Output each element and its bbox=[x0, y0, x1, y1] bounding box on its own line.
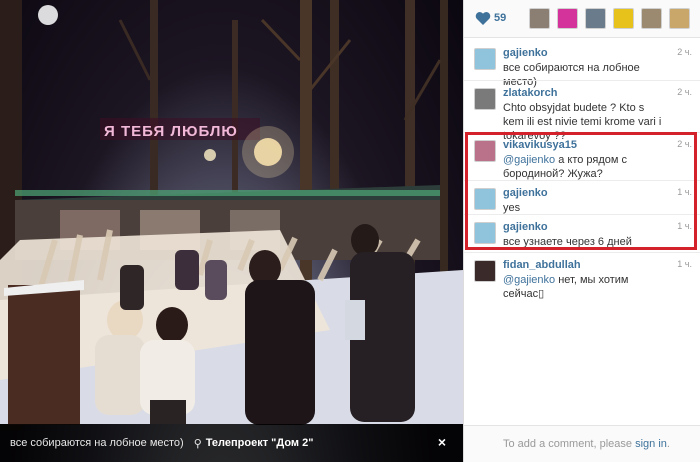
comment-time: 2 ч. bbox=[677, 47, 692, 57]
caption-bar: все собираются на лобное место) ⚲ Телепр… bbox=[0, 424, 463, 462]
comment-avatar[interactable] bbox=[474, 222, 496, 244]
comment-username[interactable]: fidan_abdullah bbox=[503, 259, 581, 271]
comment-text: все собираются на лобное место) bbox=[503, 62, 640, 88]
photo-panel: Я ТЕБЯ ЛЮБЛЮ все собираются на лобное ме… bbox=[0, 0, 463, 462]
comment-mention[interactable]: @gajienko bbox=[503, 154, 555, 166]
neon-sign: Я ТЕБЯ ЛЮБЛЮ bbox=[104, 123, 238, 140]
comment-mention[interactable]: @gajienko bbox=[503, 274, 555, 286]
close-icon[interactable]: × bbox=[438, 434, 446, 450]
comments-panel: 59 gajienko 2 ч. все собираются на лобно… bbox=[463, 0, 700, 462]
comment-time: 1 ч. bbox=[677, 221, 692, 231]
comment-username[interactable]: gajienko bbox=[503, 187, 548, 199]
location-pin-icon: ⚲ bbox=[193, 437, 202, 450]
add-comment-prompt: To add a comment, please sign in. bbox=[464, 425, 700, 462]
comment-avatar[interactable] bbox=[474, 88, 496, 110]
comment-avatar[interactable] bbox=[474, 140, 496, 162]
photo-location[interactable]: Телепроект "Дом 2" bbox=[206, 437, 314, 449]
liker-avatar-4[interactable] bbox=[613, 8, 634, 29]
comment-text: @gajienko нет, мы хотим сейчас▯ bbox=[503, 274, 629, 300]
comment-username[interactable]: zlatakorch bbox=[503, 87, 557, 99]
liker-avatar-5[interactable] bbox=[641, 8, 662, 29]
comment-text: все узнаете через 6 дней bbox=[503, 236, 632, 248]
likes-bar: 59 bbox=[464, 0, 700, 38]
comment-text: Chto obsyjdat budete ? Kto s kem ili est… bbox=[503, 102, 662, 142]
comment-avatar[interactable] bbox=[474, 260, 496, 282]
liker-avatar-2[interactable] bbox=[557, 8, 578, 29]
divider bbox=[464, 252, 700, 253]
comment-time: 1 ч. bbox=[677, 187, 692, 197]
likes-count[interactable]: 59 bbox=[494, 12, 506, 24]
comment-text: @gajienko а кто рядом с бородиной? Жужа? bbox=[503, 154, 628, 180]
photo-caption: все собираются на лобное место) bbox=[10, 437, 184, 449]
comment-avatar[interactable] bbox=[474, 48, 496, 70]
sign-in-link[interactable]: sign in bbox=[635, 438, 667, 450]
comment-username[interactable]: vikavikusya15 bbox=[503, 139, 577, 151]
photo-image: Я ТЕБЯ ЛЮБЛЮ bbox=[0, 0, 463, 430]
comment-username[interactable]: gajienko bbox=[503, 47, 548, 59]
comment-time: 1 ч. bbox=[677, 259, 692, 269]
comment-username[interactable]: gajienko bbox=[503, 221, 548, 233]
liker-avatar-6[interactable] bbox=[669, 8, 690, 29]
liker-avatar-1[interactable] bbox=[529, 8, 550, 29]
divider bbox=[464, 180, 700, 181]
comment-text: yes bbox=[503, 202, 521, 214]
comment-time: 2 ч. bbox=[677, 87, 692, 97]
comment-avatar[interactable] bbox=[474, 188, 496, 210]
liker-avatar-3[interactable] bbox=[585, 8, 606, 29]
heart-icon[interactable] bbox=[475, 11, 491, 26]
divider bbox=[464, 80, 700, 81]
comment-time: 2 ч. bbox=[677, 139, 692, 149]
divider bbox=[464, 214, 700, 215]
divider bbox=[464, 132, 700, 133]
